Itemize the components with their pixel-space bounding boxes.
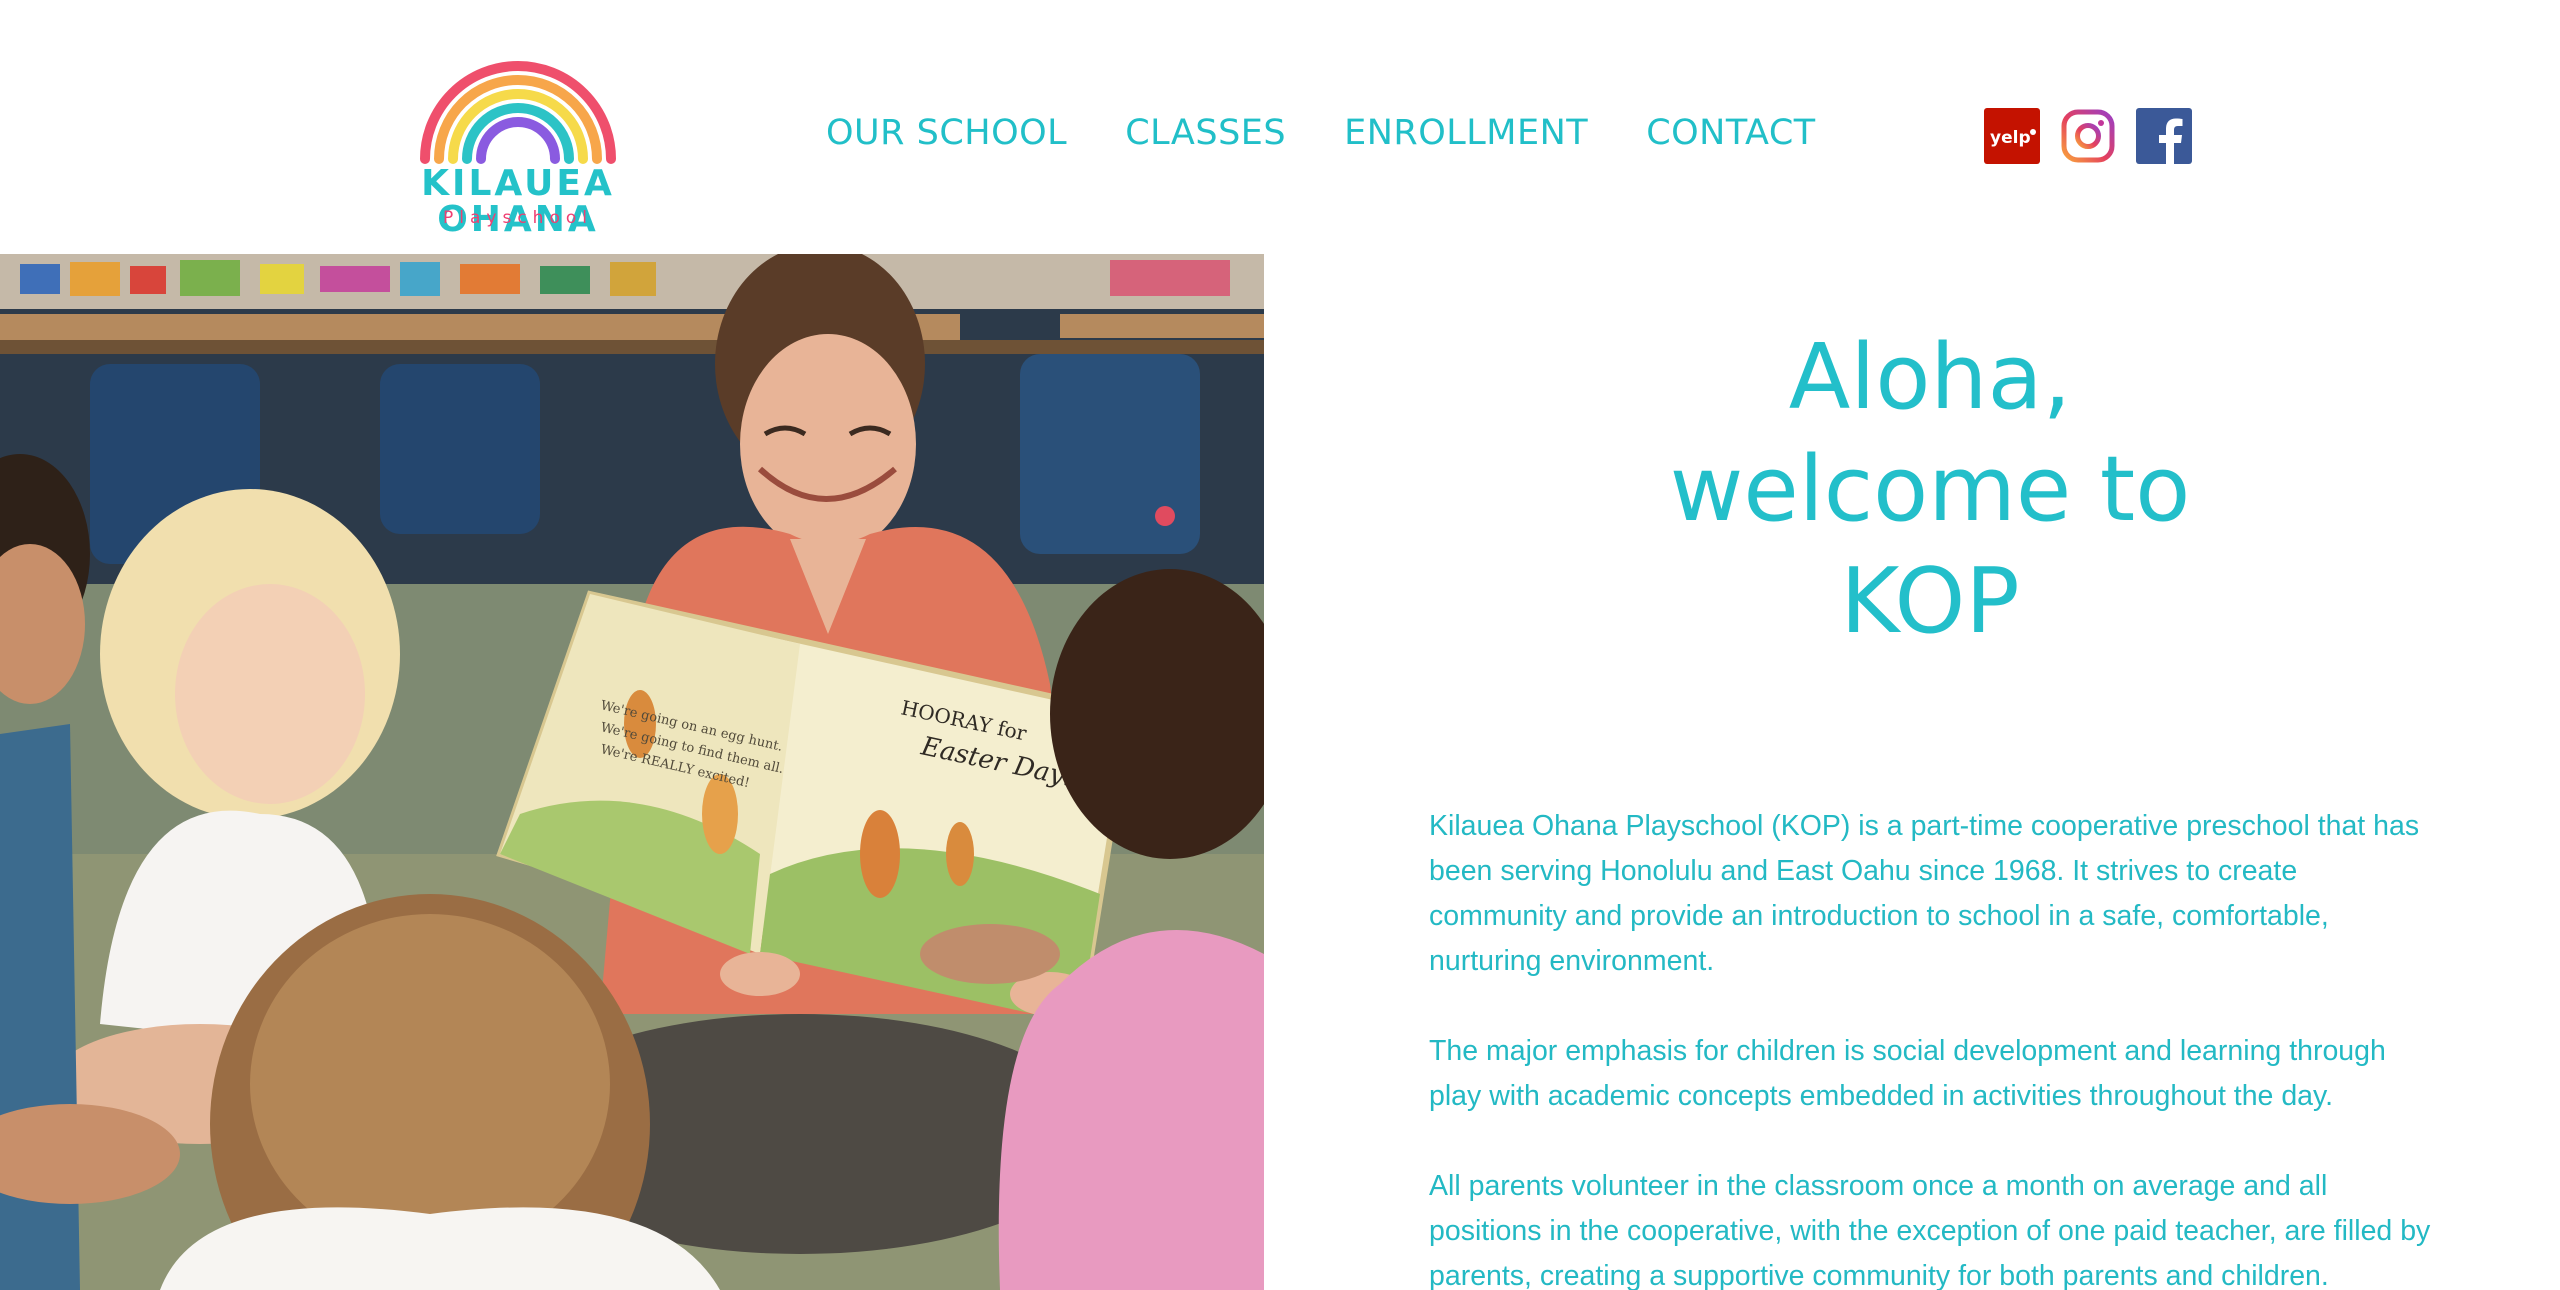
intro-paragraph-2: The major emphasis for children is socia… <box>1429 1035 2386 1112</box>
classroom-reading-photo: We're going on an egg hunt. We're going … <box>0 254 1264 1290</box>
yelp-icon[interactable]: yelp <box>1984 108 2040 164</box>
intro-paragraph-1: Kilauea Ohana Playschool (KOP) is a part… <box>1429 810 2420 977</box>
site-logo[interactable]: KILAUEA OHANA Playschool <box>368 34 668 238</box>
rainbow-logo-icon <box>420 61 616 164</box>
svg-text:yelp: yelp <box>1990 128 2031 148</box>
facebook-icon[interactable] <box>2136 108 2192 164</box>
nav-enrollment[interactable]: ENROLLMENT <box>1344 106 1588 160</box>
page: KILAUEA OHANA Playschool OUR SCHOOL CLAS… <box>0 0 2560 1290</box>
logo-subtitle: Playschool <box>443 208 593 228</box>
intro-text: Kilauea Ohana Playschool (KOP) is a part… <box>1429 804 2439 1290</box>
welcome-heading: Aloha, welcome to KOP <box>1560 322 2300 658</box>
intro-paragraph-3: All parents volunteer in the classroom o… <box>1429 1170 2431 1290</box>
nav-our-school[interactable]: OUR SCHOOL <box>826 106 1067 160</box>
nav-classes[interactable]: CLASSES <box>1125 106 1286 160</box>
heading-line-3: KOP <box>1840 549 2020 654</box>
heading-line-2: welcome to <box>1669 437 2191 542</box>
hero-image: We're going on an egg hunt. We're going … <box>0 254 1264 1290</box>
main-nav: OUR SCHOOL CLASSES ENROLLMENT CONTACT <box>826 106 1816 160</box>
nav-contact[interactable]: CONTACT <box>1646 106 1815 160</box>
social-links: yelp <box>1984 108 2192 164</box>
heading-line-1: Aloha, <box>1788 325 2072 430</box>
instagram-icon[interactable] <box>2060 108 2116 164</box>
